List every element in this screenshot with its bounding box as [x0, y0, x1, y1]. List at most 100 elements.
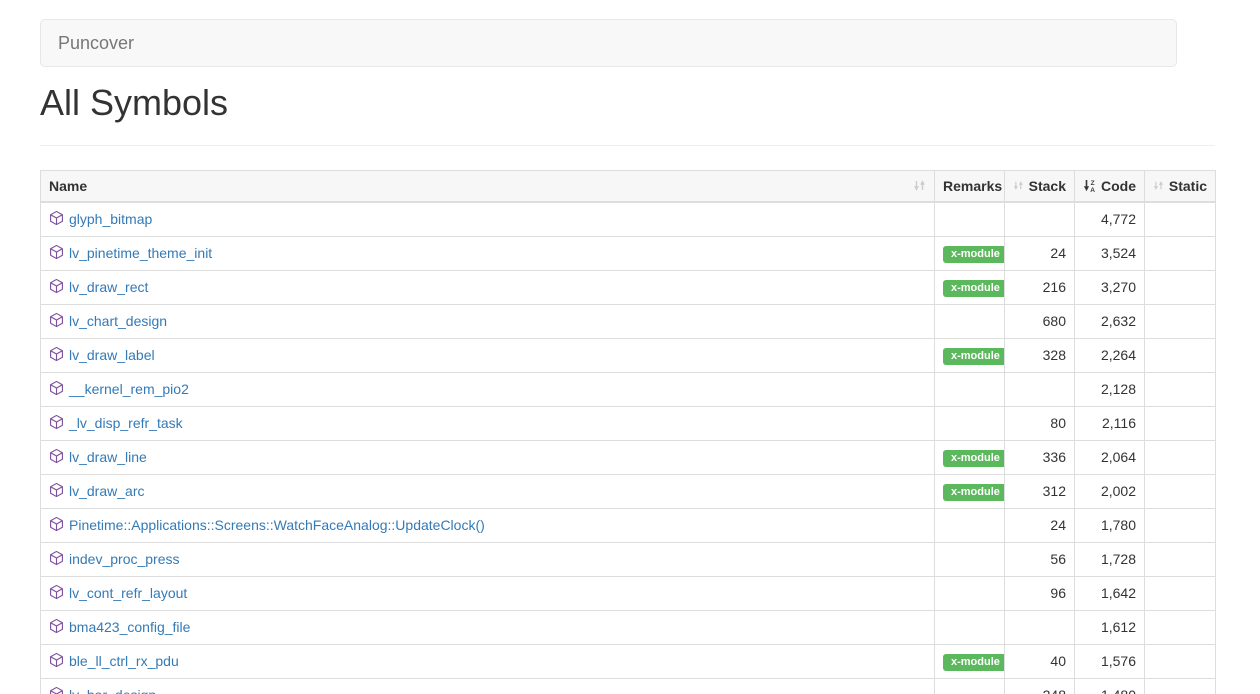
cube-icon [49, 380, 64, 399]
remarks-cell [935, 304, 1005, 338]
static-cell [1145, 508, 1216, 542]
symbol-link[interactable]: lv_pinetime_theme_init [69, 245, 212, 261]
symbol-link[interactable]: __kernel_rem_pio2 [69, 381, 189, 397]
name-cell: lv_chart_design [41, 304, 935, 338]
code-cell: 1,576 [1075, 644, 1145, 678]
static-cell [1145, 542, 1216, 576]
static-cell [1145, 678, 1216, 694]
code-cell: 2,264 [1075, 338, 1145, 372]
stack-cell: 80 [1005, 406, 1075, 440]
sort-arrows-icon [913, 179, 926, 192]
symbol-link[interactable]: Pinetime::Applications::Screens::WatchFa… [69, 517, 485, 533]
stack-cell: 56 [1005, 542, 1075, 576]
name-cell: indev_proc_press [41, 542, 935, 576]
stack-cell [1005, 610, 1075, 644]
stack-cell: 336 [1005, 440, 1075, 474]
symbol-link[interactable]: lv_draw_line [69, 449, 147, 465]
code-cell: 2,632 [1075, 304, 1145, 338]
symbol-link[interactable]: lv_draw_rect [69, 279, 148, 295]
column-header-remarks[interactable]: Remarks [935, 170, 1005, 202]
cube-icon [49, 312, 64, 331]
table-row: lv_draw_line x-module 336 2,064 [41, 440, 1216, 474]
code-cell: 1,780 [1075, 508, 1145, 542]
symbol-link[interactable]: glyph_bitmap [69, 211, 152, 227]
symbol-link[interactable]: ble_ll_ctrl_rx_pdu [69, 653, 179, 669]
column-header-static[interactable]: Static [1145, 170, 1216, 202]
stack-cell: 24 [1005, 508, 1075, 542]
name-cell: bma423_config_file [41, 610, 935, 644]
code-cell: 3,270 [1075, 270, 1145, 304]
symbol-link[interactable]: bma423_config_file [69, 619, 190, 635]
static-cell [1145, 644, 1216, 678]
code-cell: 2,002 [1075, 474, 1145, 508]
remark-badge: x-module [943, 280, 1005, 297]
navbar-brand-link[interactable]: Puncover [58, 33, 134, 53]
name-cell: glyph_bitmap [41, 202, 935, 237]
remark-badge: x-module [943, 654, 1005, 671]
column-label: Static [1169, 178, 1207, 194]
symbol-link[interactable]: indev_proc_press [69, 551, 180, 567]
cube-icon [49, 618, 64, 637]
name-cell: __kernel_rem_pio2 [41, 372, 935, 406]
column-label: Remarks [943, 178, 1002, 194]
remarks-cell [935, 406, 1005, 440]
remark-badge: x-module [943, 348, 1005, 365]
column-header-stack[interactable]: Stack [1005, 170, 1075, 202]
column-header-code[interactable]: Code [1075, 170, 1145, 202]
cube-icon [49, 414, 64, 433]
table-row: bma423_config_file 1,612 [41, 610, 1216, 644]
column-label: Name [49, 178, 87, 194]
static-cell [1145, 440, 1216, 474]
cube-icon [49, 482, 64, 501]
remark-badge: x-module [943, 484, 1005, 501]
remarks-cell: x-module [935, 474, 1005, 508]
cube-icon [49, 584, 64, 603]
symbol-link[interactable]: lv_bar_design [69, 687, 156, 694]
table-row: Pinetime::Applications::Screens::WatchFa… [41, 508, 1216, 542]
cube-icon [49, 686, 64, 694]
name-cell: lv_bar_design [41, 678, 935, 694]
table-row: _lv_disp_refr_task 80 2,116 [41, 406, 1216, 440]
stack-cell: 312 [1005, 474, 1075, 508]
cube-icon [49, 244, 64, 263]
symbols-table-body: glyph_bitmap 4,772 lv_pinetime_theme_ini… [41, 202, 1216, 694]
symbol-link[interactable]: lv_draw_label [69, 347, 155, 363]
code-cell: 4,772 [1075, 202, 1145, 237]
cube-icon [49, 516, 64, 535]
code-cell: 2,064 [1075, 440, 1145, 474]
cube-icon [49, 448, 64, 467]
navbar: Puncover [40, 19, 1177, 67]
name-cell: lv_draw_arc [41, 474, 935, 508]
cube-icon [49, 210, 64, 229]
code-cell: 2,128 [1075, 372, 1145, 406]
remarks-cell [935, 202, 1005, 237]
remarks-cell [935, 576, 1005, 610]
symbol-link[interactable]: lv_chart_design [69, 313, 167, 329]
name-cell: lv_draw_label [41, 338, 935, 372]
static-cell [1145, 576, 1216, 610]
symbol-link[interactable]: lv_cont_refr_layout [69, 585, 187, 601]
table-header-row: Name Remarks Stack Code [41, 170, 1216, 202]
stack-cell: 24 [1005, 236, 1075, 270]
column-header-name[interactable]: Name [41, 170, 935, 202]
stack-cell [1005, 372, 1075, 406]
symbol-link[interactable]: lv_draw_arc [69, 483, 144, 499]
stack-cell: 216 [1005, 270, 1075, 304]
static-cell [1145, 270, 1216, 304]
static-cell [1145, 338, 1216, 372]
stack-cell: 328 [1005, 338, 1075, 372]
page-header: All Symbols [40, 83, 1215, 146]
static-cell [1145, 610, 1216, 644]
remark-badge: x-module [943, 246, 1005, 263]
symbol-link[interactable]: _lv_disp_refr_task [69, 415, 183, 431]
name-cell: lv_draw_line [41, 440, 935, 474]
remarks-cell [935, 610, 1005, 644]
remarks-cell [935, 678, 1005, 694]
table-row: lv_draw_arc x-module 312 2,002 [41, 474, 1216, 508]
name-cell: lv_draw_rect [41, 270, 935, 304]
table-row: lv_draw_rect x-module 216 3,270 [41, 270, 1216, 304]
stack-cell: 40 [1005, 644, 1075, 678]
code-cell: 1,728 [1075, 542, 1145, 576]
remarks-cell: x-module [935, 338, 1005, 372]
code-cell: 3,524 [1075, 236, 1145, 270]
